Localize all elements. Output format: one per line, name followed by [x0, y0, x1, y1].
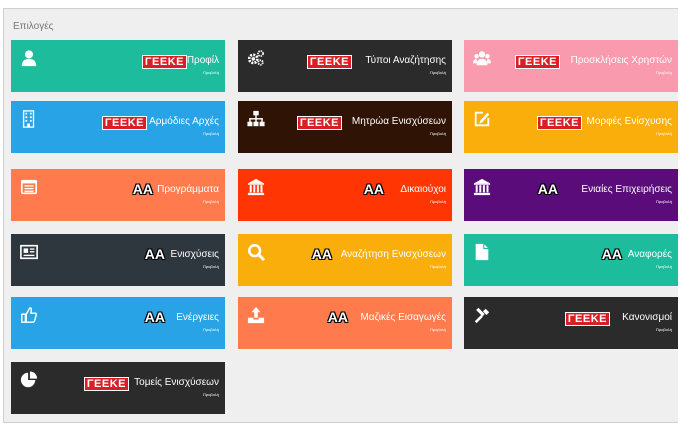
tile-subtitle: Προβολή — [655, 264, 672, 269]
aa-logo: ΑΑ — [132, 181, 153, 197]
list-icon — [20, 177, 38, 197]
tile-title: Προγράμματα — [157, 184, 219, 195]
section-title: Επιλογές — [13, 21, 54, 32]
geke-logo: ΓΕΕΚΕ — [296, 116, 342, 130]
aa-logo: ΑΑ — [327, 309, 348, 325]
tile-subtitle: Προβολή — [202, 392, 219, 397]
gears-icon — [247, 48, 265, 68]
tile-search-types[interactable]: ΓΕΕΚΕ Τύποι Αναζήτησης Προβολή — [238, 40, 452, 92]
aa-logo: ΑΑ — [601, 246, 622, 262]
tile-subtitle: Προβολή — [202, 327, 219, 332]
options-panel: Επιλογές ΓΕΕΚΕ Προφίλ Προβολή ΓΕΕΚΕ Τύπο… — [3, 8, 678, 423]
tile-programs[interactable]: ΑΑ Προγράμματα Προβολή — [11, 169, 225, 221]
sitemap-icon — [247, 109, 265, 129]
bank-icon — [247, 177, 265, 197]
tile-subtitle: Προβολή — [655, 70, 672, 75]
geke-logo: ΓΕΕΚΕ — [536, 116, 582, 130]
tile-aid-sectors[interactable]: ΓΕΕΚΕ Τομείς Ενισχύσεων Προβολή — [11, 362, 225, 414]
tile-actions[interactable]: ΑΑ Ενέργειες Προβολή — [11, 297, 225, 349]
tile-aids[interactable]: ΑΑ Ενισχύσεις Προβολή — [11, 234, 225, 286]
tile-title: Ενισχύσεις — [170, 249, 219, 260]
user-icon — [20, 48, 38, 68]
users-icon — [473, 48, 491, 68]
geke-logo: ΓΕΕΚΕ — [101, 116, 147, 130]
tile-title: Κανονισμοί — [622, 312, 672, 323]
tile-subtitle: Προβολή — [202, 199, 219, 204]
gavel-icon — [473, 305, 491, 325]
tile-subtitle: Προβολή — [429, 264, 446, 269]
tile-title: Μορφές Ενίσχυσης — [586, 116, 672, 127]
thumbs-up-icon — [20, 305, 38, 325]
search-icon — [247, 242, 265, 262]
tile-single-enterprises[interactable]: ΑΑ Ενιαίες Επιχειρήσεις Προβολή — [464, 169, 678, 221]
edit-icon — [473, 109, 491, 129]
tile-title: Ενιαίες Επιχειρήσεις — [581, 184, 672, 195]
tile-aid-search[interactable]: ΑΑ Αναζήτηση Ενισχύσεων Προβολή — [238, 234, 452, 286]
tile-title: Μαζικές Εισαγωγές — [360, 312, 446, 323]
tile-title: Ενέργειες — [176, 312, 219, 323]
pie-chart-icon — [20, 370, 38, 390]
tile-subtitle: Προβολή — [202, 264, 219, 269]
geke-logo: ΓΕΕΚΕ — [83, 377, 129, 391]
tile-subtitle: Προβολή — [655, 131, 672, 136]
tile-subtitle: Προβολή — [429, 70, 446, 75]
tile-aid-registries[interactable]: ΓΕΕΚΕ Μητρώα Ενισχύσεων Προβολή — [238, 101, 452, 153]
tile-title: Προσκλήσεις Χρηστών — [570, 55, 672, 66]
tile-subtitle: Προβολή — [202, 70, 219, 75]
bank-icon — [473, 177, 491, 197]
tile-title: Δικαιούχοι — [400, 184, 446, 195]
tile-competent-authorities[interactable]: ΓΕΕΚΕ Αρμόδιες Αρχές Προβολή — [11, 101, 225, 153]
tile-title: Προφίλ — [186, 55, 219, 66]
tile-bulk-imports[interactable]: ΑΑ Μαζικές Εισαγωγές Προβολή — [238, 297, 452, 349]
geke-logo: ΓΕΕΚΕ — [306, 55, 352, 69]
tile-subtitle: Προβολή — [429, 327, 446, 332]
tile-title: Τομείς Ενισχύσεων — [134, 377, 219, 388]
aa-logo: ΑΑ — [311, 246, 332, 262]
newspaper-icon — [20, 242, 38, 262]
aa-logo: ΑΑ — [144, 309, 165, 325]
tile-subtitle: Προβολή — [655, 327, 672, 332]
tile-subtitle: Προβολή — [429, 199, 446, 204]
upload-icon — [247, 305, 265, 325]
tile-title: Μητρώα Ενισχύσεων — [351, 116, 446, 127]
aa-logo: ΑΑ — [363, 181, 384, 197]
tile-subtitle: Προβολή — [655, 199, 672, 204]
tile-title: Αρμόδιες Αρχές — [149, 116, 219, 127]
tile-subtitle: Προβολή — [202, 131, 219, 136]
tile-profile[interactable]: ΓΕΕΚΕ Προφίλ Προβολή — [11, 40, 225, 92]
geke-logo: ΓΕΕΚΕ — [514, 55, 560, 69]
geke-logo: ΓΕΕΚΕ — [141, 55, 187, 69]
tile-aid-forms[interactable]: ΓΕΕΚΕ Μορφές Ενίσχυσης Προβολή — [464, 101, 678, 153]
file-icon — [473, 242, 491, 262]
tile-title: Αναζήτηση Ενισχύσεων — [340, 249, 446, 260]
tile-subtitle: Προβολή — [429, 131, 446, 136]
tile-user-invitations[interactable]: ΓΕΕΚΕ Προσκλήσεις Χρηστών Προβολή — [464, 40, 678, 92]
aa-logo: ΑΑ — [144, 246, 165, 262]
tile-regulations[interactable]: ΓΕΕΚΕ Κανονισμοί Προβολή — [464, 297, 678, 349]
tile-beneficiaries[interactable]: ΑΑ Δικαιούχοι Προβολή — [238, 169, 452, 221]
tile-title: Τύποι Αναζήτησης — [365, 55, 446, 66]
building-icon — [20, 109, 38, 129]
tile-title: Αναφορές — [627, 249, 672, 260]
geke-logo: ΓΕΕΚΕ — [564, 312, 610, 326]
aa-logo: ΑΑ — [537, 181, 558, 197]
tile-reports[interactable]: ΑΑ Αναφορές Προβολή — [464, 234, 678, 286]
